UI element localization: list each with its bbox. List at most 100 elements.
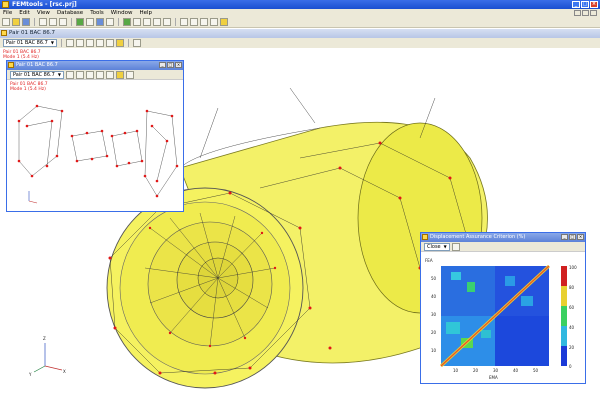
rotate-icon[interactable] [75,39,84,47]
y-tick-20: 20 [431,330,437,335]
grid-icon[interactable] [200,18,208,26]
pan-icon[interactable] [85,39,94,47]
tile-icon[interactable] [163,18,171,26]
zoom-icon[interactable] [95,70,104,79]
new-file-icon[interactable] [2,18,10,26]
x-tick-50: 50 [533,368,539,373]
zoom-icon[interactable] [95,39,104,47]
x-tick-10: 10 [453,368,459,373]
menu-view[interactable]: View [37,9,50,17]
sensor-view-title: Pair 01 BAC 86.7 [16,62,58,68]
pair-selector-value: Pair 01 BAC 86.7 [6,40,48,46]
mac-window-title: Displacement Assurance Criterion (%) [430,234,526,240]
axis-y-label: Y [28,372,32,377]
sensor-wireframe [17,104,179,204]
menu-database[interactable]: Database [57,9,83,17]
dropdown-icon[interactable] [133,18,141,26]
view-icon [8,62,14,68]
mac-minimize-button[interactable]: _ [561,234,568,240]
mac-x-axis-title: EMA [489,375,498,380]
fit-icon[interactable] [105,70,114,79]
save-icon[interactable] [22,18,30,26]
layout-icon[interactable] [210,18,218,26]
pair-selector[interactable]: Pair 01 BAC 86.7 ▼ [3,39,57,47]
rotate-icon[interactable] [75,70,84,79]
mac-y-axis-title: FEA [425,258,433,263]
animate-icon[interactable] [65,70,74,79]
pan-icon[interactable] [85,70,94,79]
animate-icon[interactable] [65,39,74,47]
main-view-info: Pair 01 BAC 86.7 Mode 1 (5.4 Hz) [3,50,41,60]
run-arrow-icon[interactable] [123,18,131,26]
fit-icon[interactable] [105,39,114,47]
chevron-down-icon: ▼ [50,40,54,45]
mac-toolbar: Close ▼ [421,242,585,252]
mac-colorbar [561,266,567,366]
chart-icon [422,234,428,240]
menu-bar: File Edit View Database Tools Window Hel… [0,9,600,17]
light-icon[interactable] [115,39,124,47]
pause-icon[interactable] [125,70,134,79]
mdi-title-text: Pair 01 BAC 86.7 [9,30,55,36]
mdi-restore-button[interactable] [582,10,589,16]
x-tick-30: 30 [493,368,499,373]
cut-icon[interactable] [39,18,47,26]
mac-close-button[interactable]: × [577,234,584,240]
close-button[interactable]: × [590,1,598,8]
print-icon[interactable] [86,18,94,26]
pause-icon[interactable] [132,39,141,47]
paste-icon[interactable] [59,18,67,26]
mac-maximize-button[interactable]: □ [569,234,576,240]
menu-window[interactable]: Window [111,9,133,17]
light-icon[interactable] [115,70,124,79]
main-toolbar [0,17,600,28]
mac-window[interactable]: Displacement Assurance Criterion (%) _ □… [420,232,586,384]
sensor-view-minimize-button[interactable]: _ [159,62,166,68]
chart-icon[interactable] [190,18,198,26]
sensor-view-toolbar: Pair 01 BAC 86.7 ▼ [7,70,183,80]
help-icon[interactable] [220,18,228,26]
mac-selector-value: Close [427,243,441,250]
mdi-minimize-button[interactable] [574,10,581,16]
colorbar-tick-20: 20 [569,345,575,350]
pan-icon[interactable] [451,242,460,251]
y-tick-30: 30 [431,312,437,317]
view-toolbar: Pair 01 BAC 86.7 ▼ [0,38,600,48]
menu-edit[interactable]: Edit [19,9,30,17]
sensor-view-maximize-button[interactable]: □ [167,62,174,68]
mac-selector[interactable]: Close ▼ [424,242,450,251]
x-tick-20: 20 [473,368,479,373]
sensor-pair-selector[interactable]: Pair 01 BAC 86.7 ▼ [10,70,64,79]
settings-icon[interactable] [180,18,188,26]
menu-help[interactable]: Help [139,9,152,17]
globe-icon[interactable] [96,18,104,26]
axes-triad [33,343,63,373]
copy-icon[interactable] [49,18,57,26]
y-tick-40: 40 [431,294,437,299]
mac-heatmap [439,264,551,368]
colorbar-tick-60: 60 [569,305,575,310]
axis-x-label: X [63,369,66,374]
chevron-down-icon: ▼ [443,243,447,249]
menu-file[interactable]: File [3,9,12,17]
x-tick-40: 40 [513,368,519,373]
mdi-close-button[interactable] [590,10,597,16]
table-icon[interactable] [143,18,151,26]
sensor-view-close-button[interactable]: × [175,62,182,68]
sensor-pair-value: Pair 01 BAC 86.7 [13,71,55,78]
window-icon[interactable] [153,18,161,26]
sensor-view-window[interactable]: Pair 01 BAC 86.7 _ □ × Pair 01 BAC 86.7 … [6,60,184,212]
colorbar-tick-40: 40 [569,325,575,330]
menu-tools[interactable]: Tools [90,9,104,17]
document-icon[interactable] [106,18,114,26]
minimize-button[interactable]: _ [572,1,580,8]
maximize-button[interactable]: □ [581,1,589,8]
colorbar-tick-0: 0 [569,364,572,369]
open-folder-icon[interactable] [12,18,20,26]
axis-z-label: Z [43,336,46,341]
app-title: FEMtools - [rsc.prj] [12,1,77,8]
colorbar-tick-80: 80 [569,285,575,290]
app-icon [2,1,9,8]
database-icon[interactable] [76,18,84,26]
colorbar-tick-100: 100 [569,265,577,270]
